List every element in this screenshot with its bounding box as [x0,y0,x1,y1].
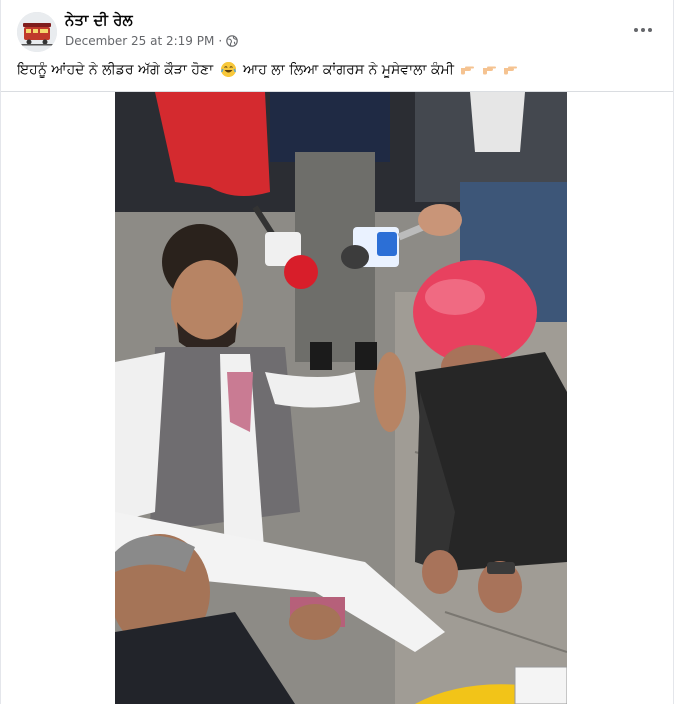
photo-illustration [115,92,567,704]
post-media-area [1,92,673,704]
pointing-hand-icon [482,63,497,75]
caption-text-1: ਇਹਨੂੰ ਆਂਹਦੇ ਨੇ ਲੀਡਰ ਅੱਗੇ ਕੌੜਾ ਹੋਣਾ [17,62,214,78]
post-photo[interactable] [115,92,567,704]
post-timestamp[interactable]: December 25 at 2:19 PM [65,34,214,48]
post-header: ਨੇਤਾ ਦੀ ਰੇਲ December 25 at 2:19 PM · [1,0,673,58]
page-name-link[interactable]: ਨੇਤਾ ਦੀ ਰੇਲ [65,11,133,29]
page-avatar[interactable] [17,12,57,52]
facebook-post: ਨੇਤਾ ਦੀ ਰੇਲ December 25 at 2:19 PM · ਇਹਨ [0,0,674,704]
globe-icon[interactable] [226,35,238,47]
train-logo-icon [17,12,57,52]
pointing-hand-icon [460,63,475,75]
caption-text-2: ਆਹ ਲਾ ਲਿਆ ਕਾਂਗਰਸ ਨੇ ਮੂਸੇਵਾਲਾ ਕੰਮੀ [243,62,454,78]
laughing-face-emoji-icon [220,62,236,77]
meta-separator: · [218,34,223,48]
more-options-button[interactable] [625,16,661,44]
pointing-hand-icon [503,63,518,75]
more-options-icon [634,28,652,32]
post-meta: December 25 at 2:19 PM · [65,34,238,48]
post-caption: ਇਹਨੂੰ ਆਂਹਦੇ ਨੇ ਲੀਡਰ ਅੱਗੇ ਕੌੜਾ ਹੋਣਾ ਆਹ ਲਾ… [17,62,657,78]
